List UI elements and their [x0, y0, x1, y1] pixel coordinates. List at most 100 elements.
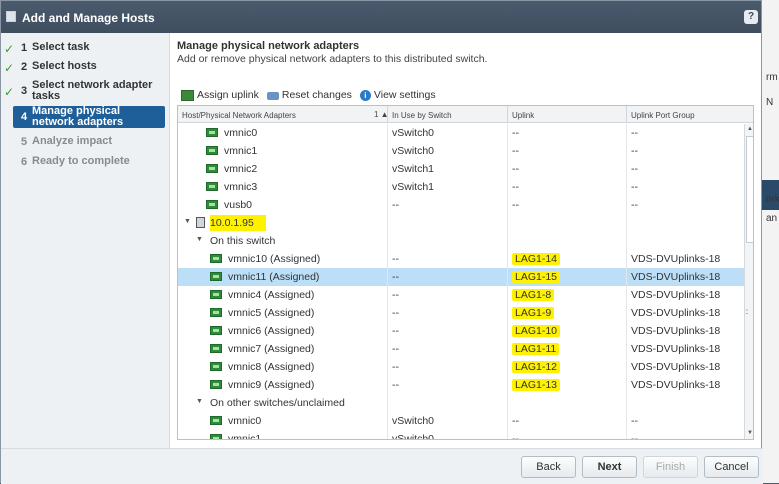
title-bar[interactable]: Add and Manage Hosts ? [1, 1, 761, 33]
uplink-port-group: VDS-DVUplinks-18 [631, 325, 721, 337]
column-divider [507, 340, 508, 358]
step-select-task[interactable]: ✓ 1 Select task [1, 42, 170, 57]
network-adapter-icon [210, 344, 222, 353]
uplink-port-group: -- [631, 199, 638, 211]
column-divider [387, 412, 388, 430]
step-number: 5 [21, 136, 28, 148]
help-icon[interactable]: ? [744, 10, 758, 24]
step-select-network-adapter-tasks[interactable]: ✓ 3 Select network adapter tasks [1, 80, 170, 104]
table-row[interactable]: vmnic8 (Assigned) -- LAG1-12 VDS-DVUplinks-… [178, 358, 744, 376]
cancel-button[interactable]: Cancel [704, 456, 759, 478]
in-use-by-switch: vSwitch1 [392, 181, 435, 193]
vertical-scrollbar[interactable]: ▲ ▼ [744, 124, 753, 439]
adapter-name: vmnic0 [224, 127, 258, 139]
table-row[interactable]: vmnic2 vSwitch1 -- -- [178, 160, 744, 178]
table-row[interactable]: vmnic5 (Assigned) -- LAG1-9 VDS-DVUplinks-1… [178, 304, 744, 322]
table-row[interactable]: vmnic10 (Assigned) -- LAG1-14 VDS-DVUplinks… [178, 250, 744, 268]
column-divider [626, 340, 627, 358]
adapter-name: vmnic11 (Assigned) [228, 271, 320, 283]
uplink-port-group: -- [631, 181, 638, 193]
column-divider [507, 286, 508, 304]
table-row[interactable]: vmnic1 vSwitch0 -- -- [178, 430, 744, 440]
section-row[interactable]: ▼ On other switches/unclaimed [178, 394, 744, 412]
table-row[interactable]: vmnic3 vSwitch1 -- -- [178, 178, 744, 196]
column-header-adapters[interactable]: Host/Physical Network Adapters [182, 111, 296, 120]
uplink-port-group: -- [631, 145, 638, 157]
uplink-value: -- [512, 127, 519, 139]
column-divider [387, 250, 388, 268]
table-row[interactable]: vusb0 -- -- -- [178, 196, 744, 214]
resize-grip-icon[interactable]: :: [745, 307, 749, 316]
expand-caret-icon[interactable]: ▼ [196, 398, 203, 405]
step-label: Select network adapter tasks [32, 79, 153, 102]
uplink-value: -- [512, 199, 519, 211]
scroll-up-icon[interactable]: ▲ [745, 124, 753, 135]
table-row[interactable]: vmnic4 (Assigned) -- LAG1-8 VDS-DVUplinks-1… [178, 286, 744, 304]
adapter-name: vmnic5 (Assigned) [228, 307, 315, 319]
table-row[interactable]: vmnic0 vSwitch0 -- -- [178, 412, 744, 430]
checkmark-icon: ✓ [4, 61, 15, 75]
column-header-uplink[interactable]: Uplink [512, 111, 534, 120]
in-use-by-switch: -- [392, 343, 399, 355]
page-title: Manage physical network adapters [177, 40, 360, 52]
table-row[interactable]: vmnic11 (Assigned) -- LAG1-15 VDS-DVUplinks… [178, 268, 744, 286]
uplink-port-group: -- [631, 433, 638, 440]
column-divider [507, 376, 508, 394]
column-divider [507, 142, 508, 160]
column-divider [507, 196, 508, 214]
table-row[interactable]: vmnic7 (Assigned) -- LAG1-11 VDS-DVUplinks-… [178, 340, 744, 358]
next-button[interactable]: Next [582, 456, 637, 478]
background-text: rm [766, 72, 778, 83]
column-separator[interactable] [626, 106, 627, 123]
checkmark-icon: ✓ [4, 42, 15, 56]
uplink-port-group: VDS-DVUplinks-18 [631, 253, 721, 265]
step-number: 6 [21, 156, 28, 168]
grid-header: Host/Physical Network Adapters 1 ▲ In Us… [178, 106, 753, 123]
column-divider [626, 142, 627, 160]
step-label: Ready to complete [32, 155, 130, 167]
column-separator[interactable] [387, 106, 388, 123]
expand-caret-icon[interactable]: ▼ [196, 236, 203, 243]
in-use-by-switch: -- [392, 379, 399, 391]
step-ready-to-complete: 6 Ready to complete [1, 156, 170, 170]
adapter-name: vmnic4 (Assigned) [228, 289, 315, 301]
column-divider [626, 412, 627, 430]
step-select-hosts[interactable]: ✓ 2 Select hosts [1, 61, 170, 76]
wizard-icon [6, 11, 16, 22]
column-divider [387, 286, 388, 304]
host-row[interactable]: ▼ 10.0.1.95 [178, 214, 744, 232]
scroll-thumb[interactable] [746, 136, 753, 243]
column-divider [507, 214, 508, 232]
in-use-by-switch: -- [392, 253, 399, 265]
table-row[interactable]: vmnic9 (Assigned) -- LAG1-13 VDS-DVUplinks-… [178, 376, 744, 394]
column-divider [387, 124, 388, 142]
table-row[interactable]: vmnic6 (Assigned) -- LAG1-10 VDS-DVUplinks-… [178, 322, 744, 340]
scroll-down-icon[interactable]: ▼ [745, 428, 753, 439]
uplink-port-group: VDS-DVUplinks-18 [631, 271, 721, 283]
uplink-port-group: -- [631, 163, 638, 175]
reset-changes-button[interactable]: Reset changes [266, 89, 352, 101]
info-icon: i [359, 89, 371, 101]
column-divider [626, 160, 627, 178]
column-header-in-use[interactable]: In Use by Switch [392, 111, 452, 120]
table-row[interactable]: vmnic1 vSwitch0 -- -- [178, 142, 744, 160]
view-settings-button[interactable]: i View settings [359, 89, 436, 101]
uplink-value: LAG1-13 [512, 379, 561, 391]
uplink-value: LAG1-12 [512, 361, 561, 373]
column-divider [507, 430, 508, 439]
adapter-name: On other switches/unclaimed [210, 397, 345, 409]
column-header-uplink-port-group[interactable]: Uplink Port Group [631, 111, 695, 120]
column-separator[interactable] [507, 106, 508, 123]
back-button[interactable]: Back [521, 456, 576, 478]
uplink-port-group: VDS-DVUplinks-18 [631, 361, 721, 373]
network-adapter-icon [210, 308, 222, 317]
section-row[interactable]: ▼ On this switch [178, 232, 744, 250]
step-manage-physical-adapters[interactable]: 4 Manage physical network adapters [13, 106, 165, 128]
column-divider [387, 142, 388, 160]
expand-caret-icon[interactable]: ▼ [184, 218, 191, 225]
table-row[interactable]: vmnic0 vSwitch0 -- -- [178, 124, 744, 142]
uplink-value: -- [512, 145, 519, 157]
column-divider [626, 250, 627, 268]
step-number: 1 [21, 42, 28, 54]
assign-uplink-button[interactable]: Assign uplink [181, 89, 259, 101]
